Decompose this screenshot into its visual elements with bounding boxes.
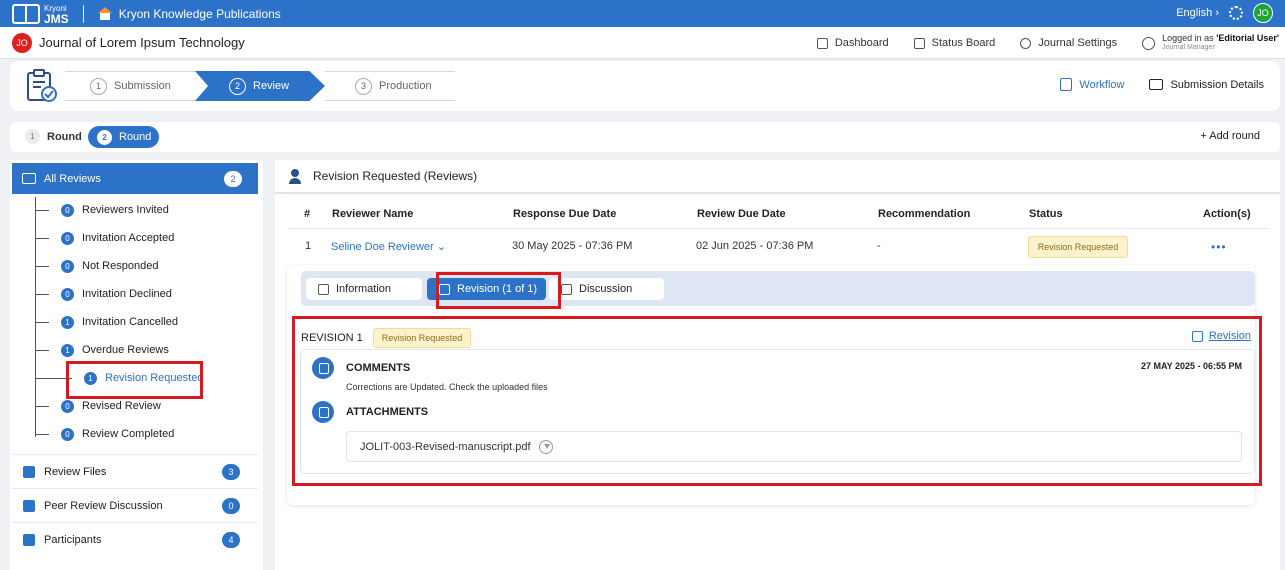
sidebar-item-peer-review-discussion[interactable]: Peer Review Discussion 0	[12, 488, 258, 522]
round-1-tab[interactable]: 1 Round	[25, 129, 82, 144]
top-bar: Kryoni JMS Kryon Knowledge Publications …	[0, 0, 1285, 27]
tree-item-invitation-cancelled[interactable]: 1 Invitation Cancelled	[35, 313, 178, 331]
clipboard-check-icon	[27, 69, 57, 102]
main-panel: Revision Requested (Reviews) # Reviewer …	[275, 160, 1280, 570]
home-icon[interactable]	[97, 7, 112, 20]
col-review-due: Review Due Date	[697, 208, 786, 220]
board-icon	[913, 37, 925, 49]
review-detail-card: Information Revision (1 of 1) Discussion…	[287, 265, 1262, 505]
file-icon	[23, 465, 35, 478]
settings-icon	[1020, 37, 1032, 49]
revision-content: COMMENTS Corrections are Updated. Check …	[300, 349, 1255, 474]
nav-status-board[interactable]: Status Board	[913, 37, 995, 49]
review-due-date: 02 Jun 2025 - 07:36 PM	[696, 240, 814, 252]
count-badge: 2	[224, 171, 242, 187]
attachment-file[interactable]: JOLIT-003-Revised-manuscript.pdf	[346, 431, 1242, 462]
step-production[interactable]: 3 Production	[325, 71, 455, 101]
tree-item-invitation-accepted[interactable]: 0 Invitation Accepted	[35, 229, 174, 247]
col-actions: Action(s)	[1203, 208, 1251, 220]
book-icon	[12, 3, 40, 24]
journal-title: Journal of Lorem Ipsum Technology	[39, 35, 245, 50]
revision-section: REVISION 1 Revision Requested Revision C…	[292, 316, 1262, 486]
user-switch-icon	[1142, 36, 1156, 50]
journal-badge: JO	[12, 32, 32, 53]
tree-item-not-responded[interactable]: 0 Not Responded	[35, 257, 158, 275]
row-index: 1	[305, 240, 312, 252]
add-file-icon	[1191, 330, 1203, 342]
divider	[289, 228, 1269, 229]
submission-details-button[interactable]: Submission Details	[1149, 79, 1264, 91]
col-index: #	[304, 208, 311, 220]
sidebar: All Reviews 2 0 Reviewers Invited 0 Invita…	[10, 160, 263, 570]
step-submission[interactable]: 1 Submission	[65, 71, 205, 101]
comment-text: Corrections are Updated. Check the uploa…	[346, 382, 548, 392]
tab-information[interactable]: Information	[306, 278, 422, 300]
publication-title[interactable]: Kryon Knowledge Publications	[119, 7, 281, 21]
response-due-date: 30 May 2025 - 07:36 PM	[512, 240, 633, 252]
nav-dashboard[interactable]: Dashboard	[816, 37, 889, 49]
kryoni-logo[interactable]: Kryoni JMS	[12, 3, 69, 26]
status-badge: Revision Requested	[372, 328, 472, 348]
comment-icon	[312, 357, 334, 379]
tree-item-review-completed[interactable]: 0 Review Completed	[35, 425, 174, 443]
highlight-box	[66, 361, 203, 399]
gear-icon[interactable]	[1229, 6, 1243, 20]
count-badge: 4	[222, 532, 240, 548]
step-review[interactable]: 2 Review	[195, 71, 325, 101]
workflow-icon	[1060, 78, 1073, 91]
highlight-box	[436, 272, 561, 309]
count-badge: 0	[222, 498, 240, 514]
panel-header: Revision Requested (Reviews)	[275, 160, 1280, 194]
more-actions-icon[interactable]: •••	[1211, 240, 1227, 254]
journal-bar: JO Journal of Lorem Ipsum Technology Das…	[0, 27, 1285, 59]
workflow-bar: 1 Submission 2 Review 3 Production Workf…	[10, 61, 1280, 111]
tree-item-revised-review[interactable]: 0 Revised Review	[35, 397, 161, 415]
sidebar-item-all-reviews[interactable]: All Reviews 2	[12, 163, 258, 194]
chat-icon	[23, 499, 35, 512]
col-recommendation: Recommendation	[878, 208, 971, 220]
logo-big-text: JMS	[44, 11, 69, 26]
download-icon[interactable]	[538, 439, 553, 454]
divider	[82, 4, 84, 23]
revision-link[interactable]: Revision	[1191, 330, 1251, 342]
document-icon	[318, 283, 329, 295]
tree-item-invitation-declined[interactable]: 0 Invitation Declined	[35, 285, 172, 303]
comment-date: 27 MAY 2025 - 06:55 PM	[1140, 361, 1242, 371]
language-selector[interactable]: English ›	[1176, 7, 1219, 19]
edit-icon	[561, 283, 572, 295]
round-bar: 1 Round 2 Round + Add round	[10, 122, 1280, 152]
list-icon	[22, 173, 36, 184]
tab-discussion[interactable]: Discussion	[549, 278, 664, 300]
tree-item-reviewers-invited[interactable]: 0 Reviewers Invited	[35, 201, 169, 219]
col-reviewer-name: Reviewer Name	[332, 208, 414, 220]
user-avatar[interactable]: JO	[1253, 3, 1273, 23]
tabs-bar: Information Revision (1 of 1) Discussion	[301, 271, 1255, 309]
comments-title: COMMENTS	[346, 362, 411, 374]
workflow-link[interactable]: Workflow	[1060, 78, 1124, 91]
user-check-icon	[289, 168, 305, 184]
login-info[interactable]: Logged in as 'Editorial User' Journal Ma…	[1142, 33, 1279, 53]
status-badge: Revision Requested	[1028, 236, 1128, 258]
add-round-button[interactable]: + Add round	[1200, 130, 1260, 142]
recommendation: -	[877, 240, 881, 252]
panel-title: Revision Requested (Reviews)	[313, 169, 478, 183]
file-name: JOLIT-003-Revised-manuscript.pdf	[360, 440, 531, 453]
sidebar-item-participants[interactable]: Participants 4	[12, 522, 258, 556]
nav-journal-settings[interactable]: Journal Settings	[1020, 37, 1117, 49]
tree-item-overdue-reviews[interactable]: 1 Overdue Reviews	[35, 341, 169, 359]
paperclip-icon	[312, 401, 334, 423]
revision-heading: REVISION 1	[301, 332, 363, 344]
count-badge: 3	[222, 464, 240, 480]
sidebar-item-review-files[interactable]: Review Files 3	[12, 454, 258, 488]
attachments-title: ATTACHMENTS	[346, 406, 429, 418]
chevron-down-icon: ⌄	[436, 241, 446, 253]
col-response-due: Response Due Date	[513, 208, 617, 220]
reviewer-name-link[interactable]: Seline Doe Reviewer ⌄	[331, 240, 446, 253]
people-icon	[23, 533, 35, 546]
grid-icon	[816, 37, 828, 49]
round-2-tab[interactable]: 2 Round	[88, 126, 159, 148]
col-status: Status	[1029, 208, 1063, 220]
folder-icon	[1149, 79, 1164, 90]
